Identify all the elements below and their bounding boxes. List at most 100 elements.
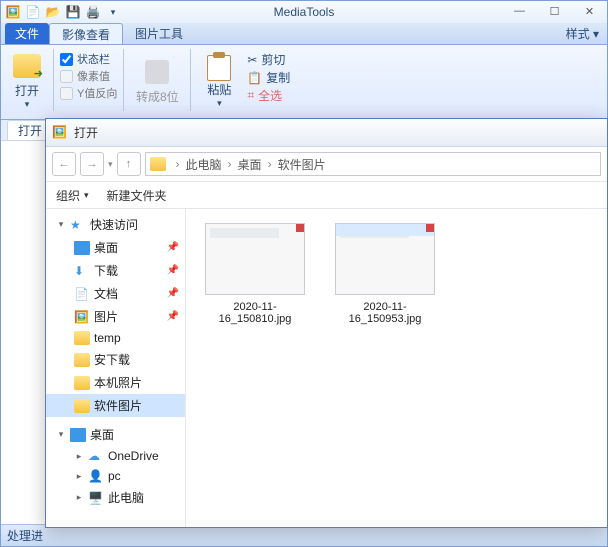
tab-image-view[interactable]: 影像查看 xyxy=(49,23,123,44)
check-yinv[interactable]: Y值反向 xyxy=(60,85,117,101)
check-yinv-label: Y值反向 xyxy=(77,85,117,101)
qat-dropdown-icon[interactable]: ▾ xyxy=(105,4,121,20)
twisty-open-icon[interactable]: ▾ xyxy=(56,220,66,230)
chevron-down-icon: ▾ xyxy=(84,190,89,201)
tree-quick-access[interactable]: ▾ ★ 快速访问 xyxy=(46,213,185,236)
breadcrumb-sep: › xyxy=(268,157,272,171)
desktop-icon xyxy=(74,241,90,255)
picture-icon: 🖼️ xyxy=(74,310,90,324)
file-item[interactable]: 2020-11-16_150810.jpg xyxy=(200,223,310,325)
ribbon-tabbar: 文件 影像查看 图片工具 样式 ▾ xyxy=(1,23,607,45)
organize-menu[interactable]: 组织 ▾ xyxy=(56,187,89,204)
tree-label: 下载 xyxy=(94,262,118,279)
dialog-body: ▾ ★ 快速访问 桌面📌 ⬇下载📌 📄文档📌 🖼️图片📌 temp 安下载 本机… xyxy=(46,209,607,527)
nav-back-button[interactable]: ← xyxy=(52,152,76,176)
selectall-icon: ⌗ xyxy=(247,88,254,103)
copy-label: 复制 xyxy=(266,69,290,86)
dialog-toolbar: 组织 ▾ 新建文件夹 xyxy=(46,181,607,209)
tree-temp[interactable]: temp xyxy=(46,328,185,348)
folder-icon xyxy=(74,399,90,413)
checkbox-yinv[interactable] xyxy=(60,87,73,100)
check-statusbar[interactable]: 状态栏 xyxy=(60,51,117,67)
to8bit-label: 转成8位 xyxy=(136,88,179,105)
tree-label: pc xyxy=(108,469,121,483)
close-button[interactable]: ✕ xyxy=(572,1,607,21)
folder-icon xyxy=(150,157,166,171)
tree-desktop[interactable]: 桌面 📌 xyxy=(46,236,185,259)
ribbon-separator xyxy=(123,49,124,111)
dialog-titlebar: 🖼️ 打开 xyxy=(46,119,607,147)
tree-softwarepics[interactable]: 软件图片 xyxy=(46,394,185,417)
twisty-closed-icon[interactable]: ▸ xyxy=(74,471,84,481)
crumb-desktop[interactable]: 桌面 xyxy=(238,156,262,173)
tree-label: 桌面 xyxy=(94,239,118,256)
qat-save-icon[interactable]: 💾 xyxy=(65,4,81,20)
paste-button[interactable]: 粘贴 ▾ xyxy=(197,49,241,115)
twisty-open-icon[interactable]: ▾ xyxy=(56,430,66,440)
style-menu[interactable]: 样式 ▾ xyxy=(566,25,599,42)
tree-pictures[interactable]: 🖼️图片📌 xyxy=(46,305,185,328)
open-button[interactable]: 打开 ▾ xyxy=(7,49,47,115)
qat-print-icon[interactable]: 🖨️ xyxy=(85,4,101,20)
nav-tree: ▾ ★ 快速访问 桌面📌 ⬇下载📌 📄文档📌 🖼️图片📌 temp 安下载 本机… xyxy=(46,209,186,527)
tree-pc[interactable]: ▸ 👤 pc xyxy=(46,466,185,486)
cut-button[interactable]: ✂剪切 xyxy=(247,51,290,68)
monitor-icon: 🖥️ xyxy=(88,491,104,505)
tree-desktop-root[interactable]: ▾ 桌面 xyxy=(46,423,185,446)
copy-icon: 📋 xyxy=(247,71,262,85)
file-item[interactable]: 2020-11-16_150953.jpg xyxy=(330,223,440,325)
twisty-closed-icon[interactable]: ▸ xyxy=(74,493,84,503)
tree-onedrive[interactable]: ▸☁OneDrive xyxy=(46,446,185,466)
clipboard-icon xyxy=(207,55,231,81)
checkbox-statusbar[interactable] xyxy=(60,53,73,66)
chevron-down-icon: ▾ xyxy=(217,98,222,109)
qat-new-icon[interactable]: 📄 xyxy=(25,4,41,20)
titlebar: 🖼️ 📄 📂 💾 🖨️ ▾ MediaTools — ☐ ✕ xyxy=(1,1,607,23)
tree-documents[interactable]: 📄文档📌 xyxy=(46,282,185,305)
file-name: 2020-11-16_150810.jpg xyxy=(200,301,310,325)
crumb-thispc[interactable]: 此电脑 xyxy=(186,156,222,173)
user-icon: 👤 xyxy=(88,469,104,483)
cloud-icon: ☁ xyxy=(88,449,104,463)
selectall-label: 全选 xyxy=(258,87,282,104)
tree-downloads[interactable]: ⬇下载📌 xyxy=(46,259,185,282)
nav-forward-button[interactable]: → xyxy=(80,152,104,176)
file-tab[interactable]: 文件 xyxy=(5,23,49,44)
ribbon-separator xyxy=(190,49,191,111)
tree-label: 此电脑 xyxy=(108,489,144,506)
tree-localphotos[interactable]: 本机照片 xyxy=(46,371,185,394)
app-title: MediaTools xyxy=(274,5,335,19)
organize-label: 组织 xyxy=(56,187,80,204)
tree-label: 文档 xyxy=(94,285,118,302)
app-icon: 🖼️ xyxy=(5,4,21,20)
chevron-down-icon: ▾ xyxy=(25,99,30,110)
tab-image-tools[interactable]: 图片工具 xyxy=(123,23,195,44)
tree-label: 快速访问 xyxy=(90,216,138,233)
crumb-folder[interactable]: 软件图片 xyxy=(278,156,326,173)
breadcrumb[interactable]: › 此电脑 › 桌面 › 软件图片 xyxy=(145,152,601,176)
maximize-button[interactable]: ☐ xyxy=(537,1,572,21)
to8bit-button[interactable]: 转成8位 xyxy=(130,49,184,115)
pin-icon: 📌 xyxy=(167,265,179,276)
nav-up-button[interactable]: ↑ xyxy=(117,152,141,176)
tree-thispc[interactable]: ▸ 🖥️ 此电脑 xyxy=(46,486,185,509)
breadcrumb-sep: › xyxy=(176,157,180,171)
paste-label: 粘贴 xyxy=(207,81,231,98)
window-controls: — ☐ ✕ xyxy=(502,1,607,21)
tree-anxiazai[interactable]: 安下载 xyxy=(46,348,185,371)
new-folder-button[interactable]: 新建文件夹 xyxy=(107,187,167,204)
cut-label: 剪切 xyxy=(261,51,285,68)
open-dialog: 🖼️ 打开 ← → ▾ ↑ › 此电脑 › 桌面 › 软件图片 组织 ▾ 新建文件… xyxy=(45,118,608,528)
document-icon: 📄 xyxy=(74,287,90,301)
file-name: 2020-11-16_150953.jpg xyxy=(330,301,440,325)
selectall-button[interactable]: ⌗ 全选 xyxy=(247,87,290,104)
twisty-closed-icon[interactable]: ▸ xyxy=(74,451,84,461)
copy-button[interactable]: 📋 复制 xyxy=(247,69,290,86)
check-pixel[interactable]: 像素值 xyxy=(60,68,117,84)
minimize-button[interactable]: — xyxy=(502,1,537,21)
checkbox-pixel[interactable] xyxy=(60,70,73,83)
thumbnail-icon xyxy=(205,223,305,295)
chevron-down-icon[interactable]: ▾ xyxy=(108,159,113,170)
qat-open-icon[interactable]: 📂 xyxy=(45,4,61,20)
pin-icon: 📌 xyxy=(167,242,179,253)
